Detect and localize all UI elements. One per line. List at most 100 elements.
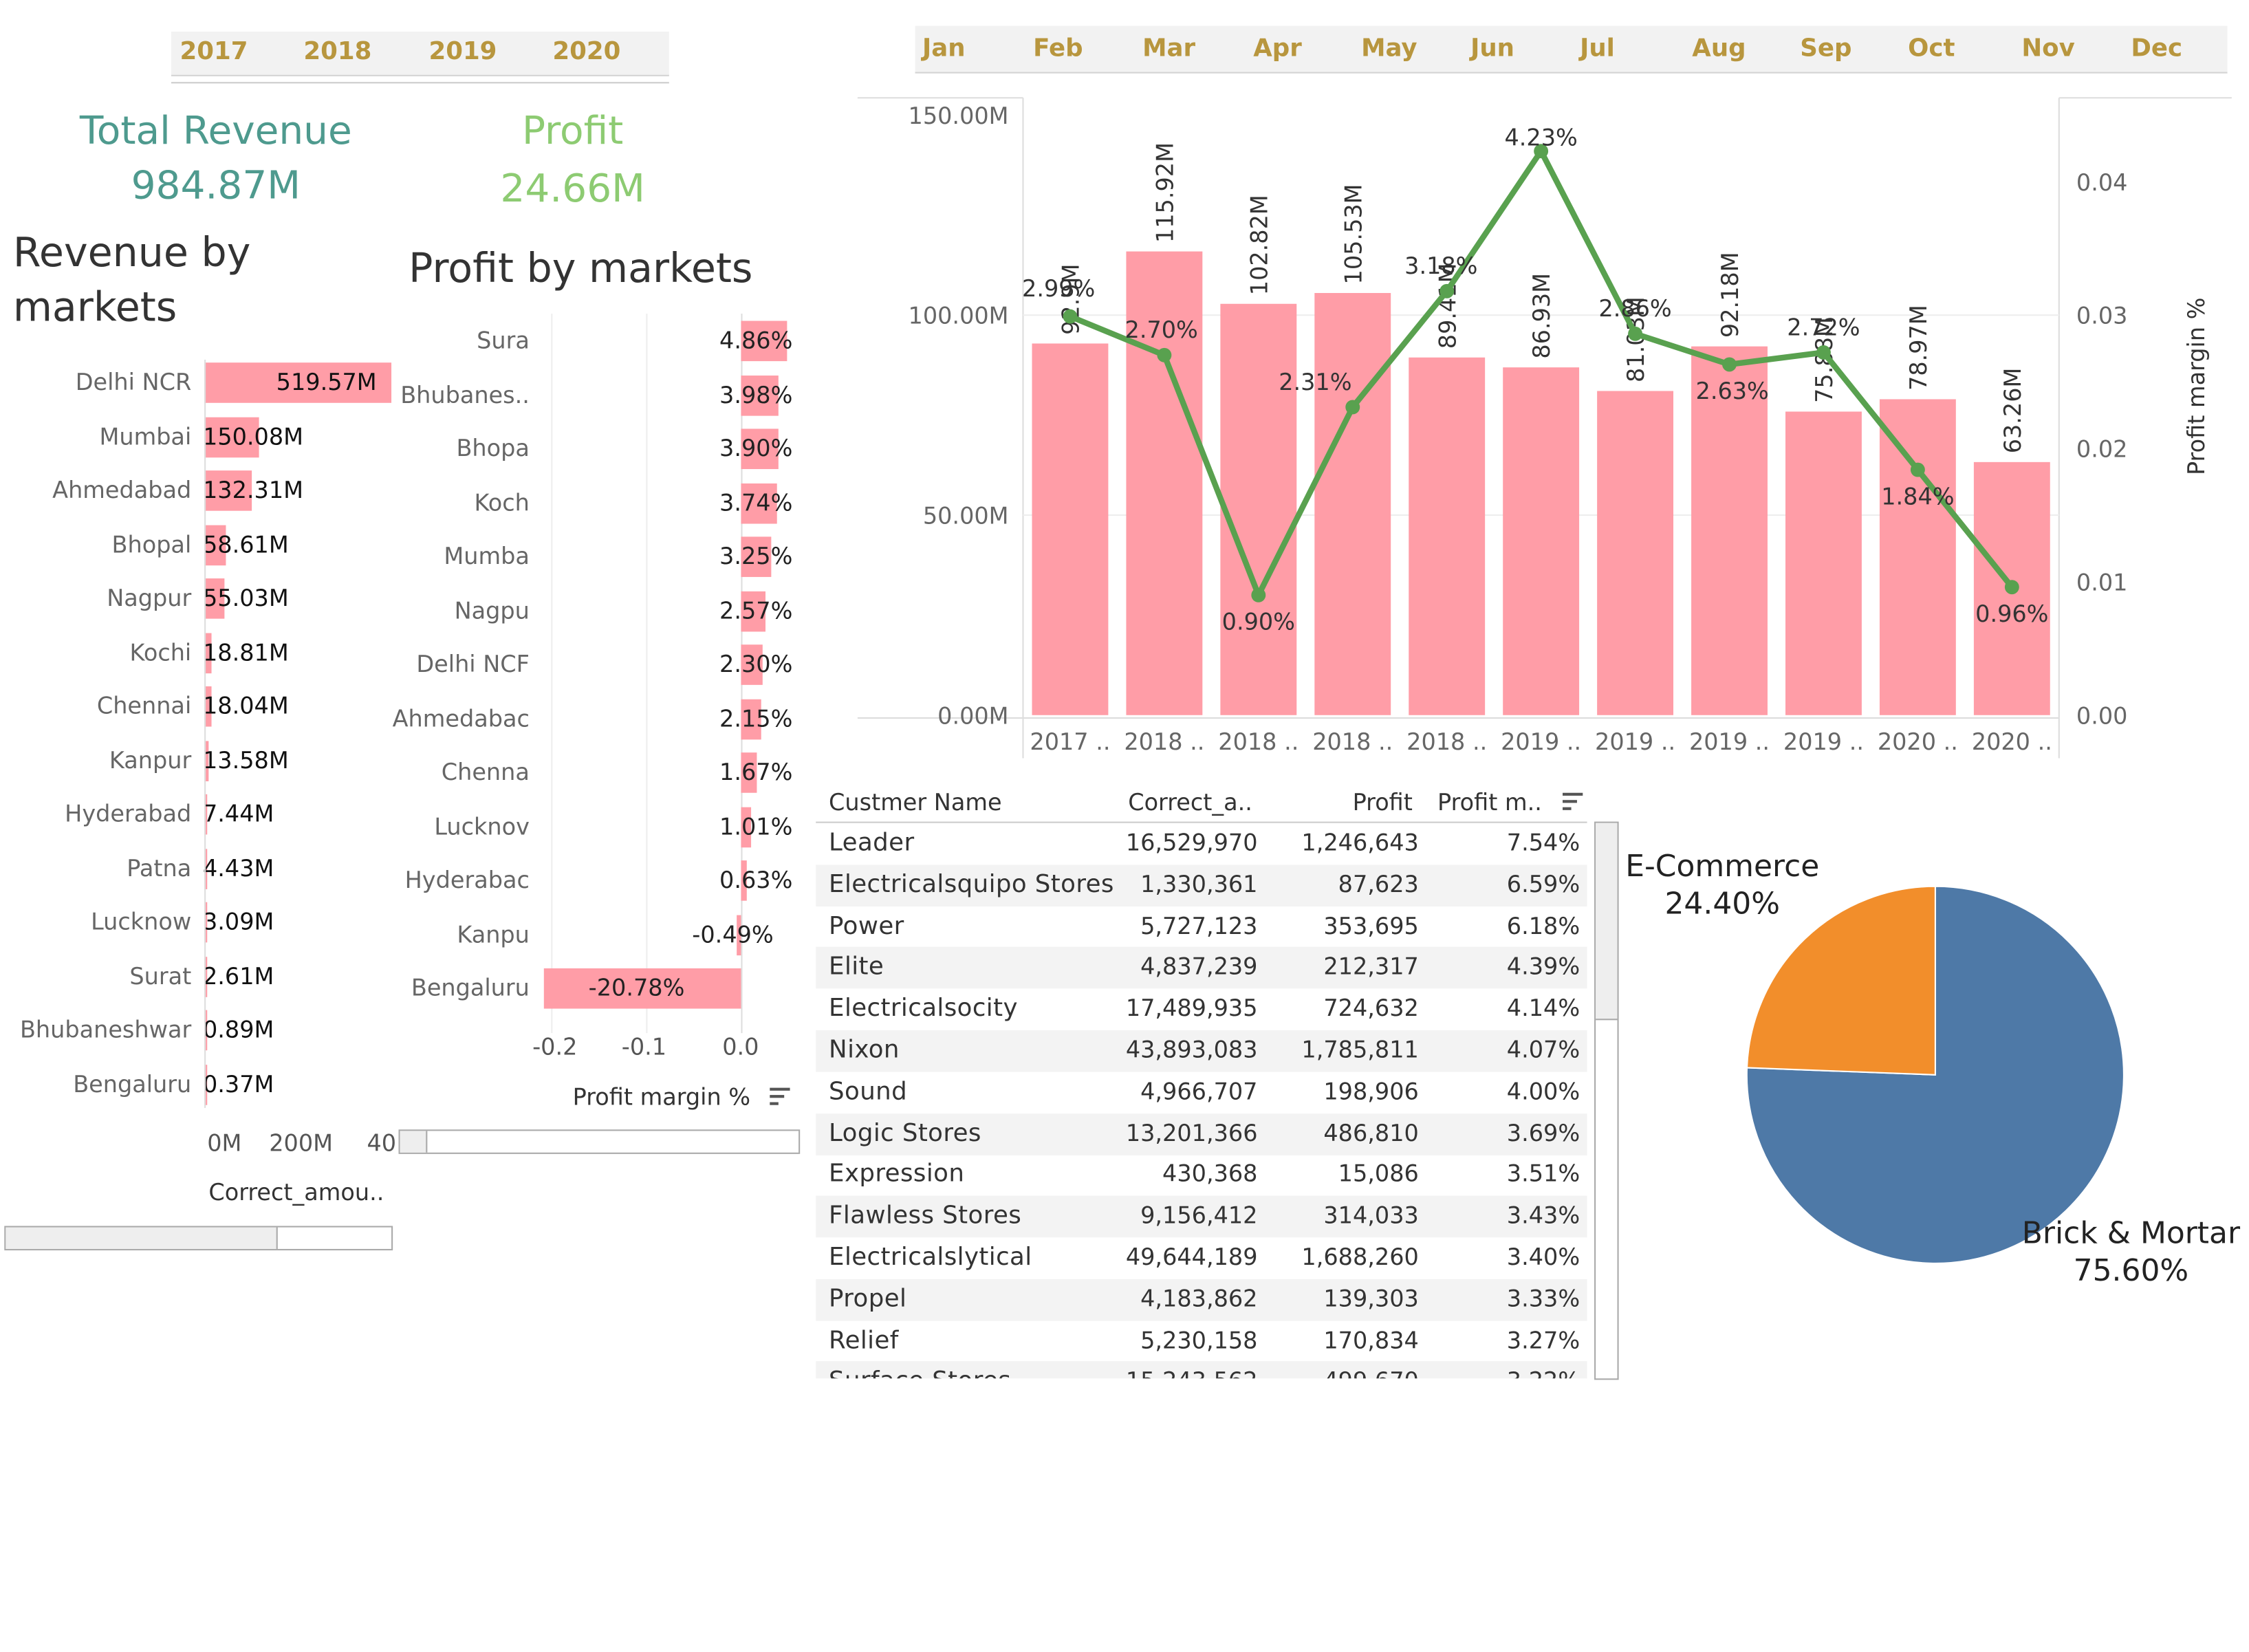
pie-label-ecommerce-name: E-Commerce	[1625, 849, 1820, 884]
pie-label-ecommerce: E-Commerce 24.40%	[1623, 849, 1822, 921]
cell-profit: 353,695	[1323, 911, 1419, 939]
y2-tick-label: 0.03	[2076, 303, 2128, 329]
cell-correct-amount: 4,183,862	[1140, 1284, 1258, 1312]
cell-profit: 15,086	[1338, 1160, 1419, 1188]
cell-correct-amount: 430,368	[1162, 1160, 1258, 1188]
profit-margin-point[interactable]	[1628, 326, 1643, 341]
cell-profit: 1,246,643	[1301, 829, 1419, 856]
cell-correct-amount: 5,727,123	[1140, 911, 1258, 939]
cell-profit-margin: 6.59%	[1506, 870, 1580, 898]
cell-profit-margin: 3.40%	[1506, 1243, 1580, 1271]
profit-margin-point[interactable]	[1910, 462, 1925, 477]
month-filter-oct[interactable]: Oct	[1908, 34, 1955, 63]
cell-customer-name: Nixon	[829, 1036, 900, 1065]
month-filter-nov[interactable]: Nov	[2021, 34, 2074, 63]
cell-correct-amount: 17,489,935	[1125, 995, 1258, 1022]
x-tick-label: 2020 ..	[1878, 728, 1958, 755]
table-row[interactable]: Leader 16,529,970 1,246,643 7.54%	[816, 823, 1587, 865]
cell-profit: 212,317	[1323, 953, 1419, 981]
table-row[interactable]: Expression 430,368 15,086 3.51%	[816, 1155, 1587, 1197]
cell-profit-margin: 3.51%	[1506, 1160, 1580, 1188]
cell-customer-name: Power	[829, 911, 904, 941]
table-row[interactable]: Propel 4,183,862 139,303 3.33%	[816, 1279, 1587, 1321]
cell-correct-amount: 15,243,562	[1126, 1367, 1258, 1378]
table-row[interactable]: Sound 4,966,707 198,906 4.00%	[816, 1072, 1587, 1113]
cell-profit-margin: 4.39%	[1506, 953, 1580, 981]
customer-table: Leader 16,529,970 1,246,643 7.54% Electrical…	[0, 0, 1622, 1379]
profit-margin-point[interactable]	[1816, 345, 1831, 360]
cell-profit-margin: 3.43%	[1506, 1202, 1580, 1230]
cell-profit-margin: 4.14%	[1506, 995, 1580, 1022]
cell-profit-margin: 3.33%	[1506, 1284, 1580, 1312]
cell-customer-name: Relief	[829, 1326, 899, 1355]
cell-customer-name: Expression	[829, 1160, 965, 1189]
cell-profit: 170,834	[1323, 1326, 1419, 1354]
cell-customer-name: Flawless Stores	[829, 1202, 1022, 1231]
dashboard: 2017 2018 2019 2020 Jan Feb Mar Apr May Jun Ju…	[0, 0, 2249, 1652]
cell-customer-name: Sound	[829, 1077, 908, 1107]
table-row[interactable]: Electricalsocity 17,489,935 724,632 4.14%	[816, 989, 1587, 1031]
cell-profit: 1,785,811	[1301, 1036, 1419, 1064]
table-scrollbar-thumb[interactable]	[1596, 823, 1618, 1021]
cell-profit-margin: 4.07%	[1506, 1036, 1580, 1064]
cell-profit-margin: 7.54%	[1506, 829, 1580, 856]
y2-tick-label: 0.02	[2076, 436, 2128, 463]
table-row[interactable]: Flawless Stores 9,156,412 314,033 3.43%	[816, 1195, 1587, 1238]
profit-margin-label: 2.63%	[1696, 378, 1769, 404]
cell-correct-amount: 49,644,189	[1125, 1243, 1258, 1271]
revenue-bar[interactable]	[1879, 399, 1956, 715]
table-row[interactable]: Electricalslytical 49,644,189 1,688,260 3.4…	[816, 1237, 1587, 1279]
profit-margin-point[interactable]	[2004, 580, 2019, 595]
revenue-bar-label: 78.97M	[1905, 305, 1932, 391]
table-scrollbar[interactable]	[1594, 821, 1619, 1380]
table-row[interactable]: Surface Stores 15,243,562 499,670 3.22%	[816, 1361, 1587, 1379]
y2-tick-label: 0.00	[2076, 702, 2128, 729]
x-tick-label: 2019 ..	[1783, 728, 1864, 755]
cell-profit-margin: 3.22%	[1507, 1367, 1580, 1378]
cell-customer-name: Surface Stores	[829, 1367, 1011, 1378]
month-filter-sep[interactable]: Sep	[1800, 34, 1851, 63]
cell-customer-name: Electricalsocity	[829, 995, 1018, 1023]
cell-correct-amount: 4,837,239	[1140, 953, 1258, 981]
cell-customer-name: Elite	[829, 953, 884, 982]
cell-customer-name: Leader	[829, 829, 915, 858]
cell-profit: 314,033	[1323, 1202, 1419, 1230]
profit-margin-point[interactable]	[1722, 357, 1737, 372]
table-row[interactable]: Elite 4,837,239 212,317 4.39%	[816, 947, 1587, 990]
month-filter-dec[interactable]: Dec	[2131, 34, 2182, 63]
cell-correct-amount: 5,230,158	[1140, 1326, 1258, 1354]
cell-profit: 139,303	[1323, 1284, 1419, 1312]
table-row[interactable]: Logic Stores 13,201,366 486,810 3.69%	[816, 1113, 1587, 1155]
x-tick-label: 2020 ..	[1972, 728, 2052, 755]
cell-correct-amount: 13,201,366	[1125, 1118, 1258, 1146]
revenue-bar[interactable]	[1785, 411, 1862, 715]
revenue-bar-label: 92.18M	[1717, 252, 1743, 338]
table-row[interactable]: Relief 5,230,158 170,834 3.27%	[816, 1320, 1587, 1362]
table-row[interactable]: Electricalsquipo Stores 1,330,361 87,623 6.…	[816, 864, 1587, 906]
cell-profit-margin: 3.27%	[1506, 1326, 1580, 1354]
cell-customer-name: Electricalslytical	[829, 1243, 1032, 1272]
month-filter-aug[interactable]: Aug	[1692, 34, 1746, 63]
cell-correct-amount: 9,156,412	[1140, 1202, 1258, 1230]
y2-tick-label: 0.04	[2076, 169, 2128, 196]
pie-label-ecommerce-pct: 24.40%	[1664, 886, 1780, 921]
table-row[interactable]: Nixon 43,893,083 1,785,811 4.07%	[816, 1030, 1587, 1072]
cell-customer-name: Electricalsquipo Stores	[829, 870, 1114, 900]
cell-customer-name: Propel	[829, 1284, 907, 1314]
cell-profit: 198,906	[1323, 1077, 1419, 1105]
x-tick-label: 2019 ..	[1689, 728, 1770, 755]
cell-customer-name: Logic Stores	[829, 1118, 981, 1148]
cell-profit: 499,670	[1323, 1367, 1418, 1378]
y2-axis-title: Profit margin %	[2183, 298, 2210, 475]
cell-correct-amount: 1,330,361	[1140, 870, 1258, 898]
y2-tick-label: 0.01	[2076, 569, 2128, 596]
cell-correct-amount: 4,966,707	[1140, 1077, 1258, 1105]
profit-margin-label: 1.84%	[1881, 483, 1954, 510]
cell-profit-margin: 4.00%	[1506, 1077, 1580, 1105]
profit-margin-label: 0.96%	[1975, 600, 2048, 627]
profit-margin-label: 2.72%	[1787, 314, 1860, 340]
cell-profit-margin: 6.18%	[1506, 911, 1580, 939]
table-row[interactable]: Power 5,727,123 353,695 6.18%	[816, 906, 1587, 948]
cell-correct-amount: 16,529,970	[1125, 829, 1258, 856]
cell-profit: 486,810	[1323, 1118, 1419, 1146]
